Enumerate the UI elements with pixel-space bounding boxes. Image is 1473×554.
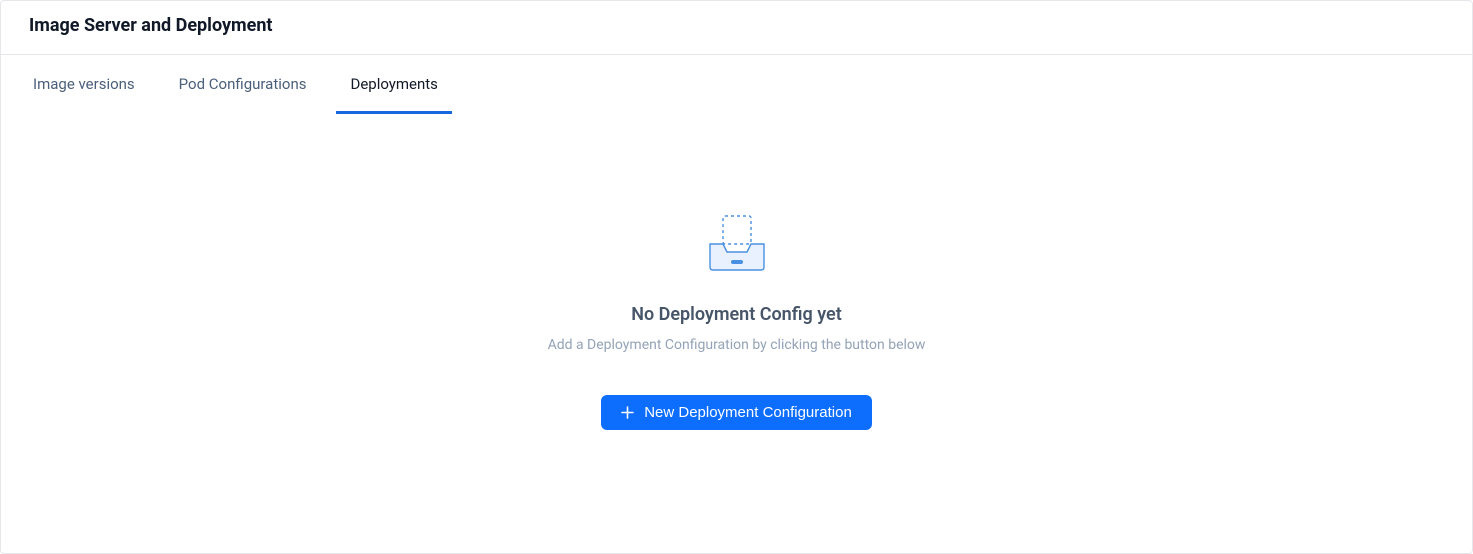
new-deployment-configuration-button-label: New Deployment Configuration: [644, 404, 852, 421]
page-title: Image Server and Deployment: [29, 15, 1444, 36]
tab-image-versions[interactable]: Image versions: [19, 55, 149, 114]
empty-state-title: No Deployment Config yet: [631, 304, 842, 325]
empty-state: No Deployment Config yet Add a Deploymen…: [1, 114, 1472, 430]
plus-icon: [621, 406, 634, 419]
empty-state-subtitle: Add a Deployment Configuration by clicki…: [548, 337, 926, 353]
empty-box-icon: [701, 214, 773, 272]
tab-deployments[interactable]: Deployments: [336, 55, 451, 114]
tab-bar: Image versions Pod Configurations Deploy…: [1, 55, 1472, 114]
new-deployment-configuration-button[interactable]: New Deployment Configuration: [601, 395, 872, 430]
page-card: Image Server and Deployment Image versio…: [0, 0, 1473, 554]
tab-pod-configurations[interactable]: Pod Configurations: [165, 55, 321, 114]
page-header: Image Server and Deployment: [1, 1, 1472, 54]
